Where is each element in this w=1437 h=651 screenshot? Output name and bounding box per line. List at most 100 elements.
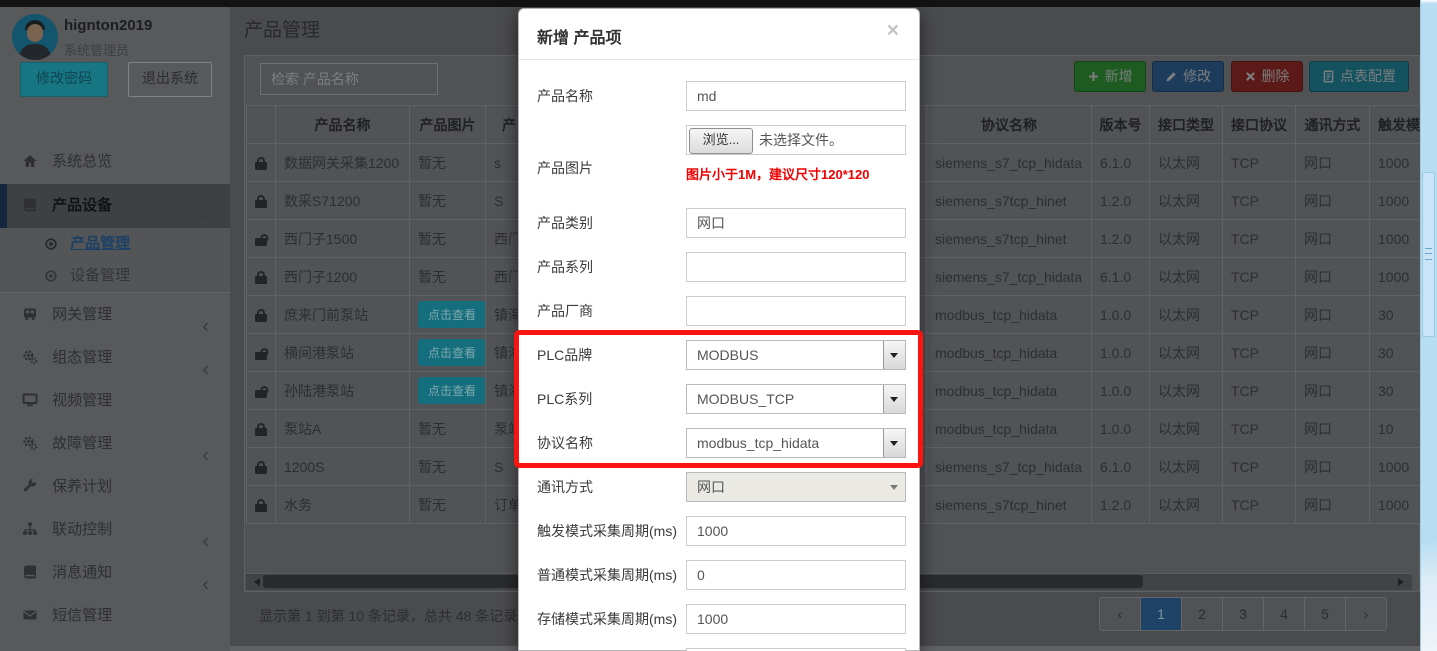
dropdown-arrow-icon — [884, 473, 905, 501]
vertical-scrollbar[interactable] — [1420, 0, 1437, 651]
field-label: 存储模式采集周期(ms) — [537, 604, 685, 634]
book-icon — [22, 554, 38, 597]
sidebar-item-product-management[interactable]: 产品管理 — [0, 228, 230, 260]
edit-button[interactable]: 修改 — [1152, 61, 1224, 92]
browse-button[interactable]: 浏览... — [689, 128, 753, 154]
field-label: PLC品牌 — [537, 340, 685, 370]
wrench-icon — [22, 468, 38, 511]
trigger-period-input[interactable] — [686, 516, 906, 546]
pagination-prev[interactable]: ‹ — [1099, 597, 1141, 631]
scroll-right-arrow[interactable] — [1398, 578, 1408, 586]
lock-icon — [255, 428, 267, 436]
column-header-interface-type: 接口类型 — [1150, 106, 1223, 144]
app-window: hignton2019 系统管理员 修改密码 退出系统 系统总览 产品设备 产品… — [0, 0, 1437, 651]
unlock-icon — [255, 352, 267, 360]
plc-series-select[interactable]: MODBUS_TCP — [686, 384, 906, 414]
product-vendor-input[interactable] — [686, 296, 906, 326]
pagination-page-5[interactable]: 5 — [1305, 597, 1346, 631]
protocol-name-select[interactable]: modbus_tcp_hidata — [686, 428, 906, 458]
lock-icon — [255, 466, 267, 474]
change-password-button[interactable]: 修改密码 — [20, 62, 108, 97]
sidebar-item-message-notification[interactable]: 消息通知 — [0, 551, 230, 594]
gears-icon — [22, 339, 38, 382]
gears-icon — [22, 425, 38, 468]
column-header-image: 产品图片 — [410, 106, 486, 144]
view-image-button[interactable]: 点击查看 — [418, 301, 486, 328]
sidebar-item-product-device[interactable]: 产品设备 — [0, 184, 230, 228]
unlock-icon — [255, 238, 267, 246]
point-table-config-button[interactable]: 点表配置 — [1309, 61, 1409, 92]
sidebar-item-gateway-management[interactable]: 网关管理 — [0, 293, 230, 336]
column-header-comm-mode: 通讯方式 — [1296, 106, 1370, 144]
pagination-page-4[interactable]: 4 — [1264, 597, 1305, 631]
view-image-button[interactable]: 点击查看 — [418, 377, 486, 404]
user-role: 系统管理员 — [64, 40, 129, 59]
product-series-input[interactable] — [686, 252, 906, 282]
normal-period-input[interactable] — [686, 560, 906, 590]
field-label: 产品名称 — [537, 81, 685, 111]
pagination-page-3[interactable]: 3 — [1223, 597, 1264, 631]
records-summary: 显示第 1 到第 10 条记录，总共 48 条记录 — [259, 606, 517, 626]
window-top-edge — [0, 0, 1421, 7]
pagination-next[interactable]: › — [1346, 597, 1387, 631]
view-image-button[interactable]: 点击查看 — [418, 339, 486, 366]
storage-period-input[interactable] — [686, 604, 906, 634]
username: hignton2019 — [64, 17, 152, 34]
sidebar-item-fault-management[interactable]: 故障管理 — [0, 422, 230, 465]
delete-button[interactable]: 删除 — [1231, 61, 1303, 92]
sidebar-item-system-overview[interactable]: 系统总览 — [0, 140, 230, 184]
x-icon — [1244, 64, 1257, 93]
vertical-scrollbar-thumb[interactable] — [1422, 172, 1435, 337]
dropdown-arrow-icon[interactable] — [883, 385, 905, 413]
pagination-page-1[interactable]: 1 — [1141, 597, 1182, 631]
image-placeholder: 暂无 — [418, 193, 446, 209]
scrollbar-grip-icon — [1425, 248, 1432, 260]
product-name-input[interactable] — [686, 81, 906, 111]
column-header-name: 产品名称 — [276, 106, 410, 144]
image-placeholder: 暂无 — [418, 231, 446, 247]
unlock-icon — [255, 390, 267, 398]
dot-circle-icon — [44, 263, 58, 295]
bus-icon — [22, 296, 38, 339]
dropdown-arrow-icon[interactable] — [883, 341, 905, 369]
logout-button[interactable]: 退出系统 — [128, 62, 212, 97]
pagination-page-2[interactable]: 2 — [1182, 597, 1223, 631]
column-header-interface-protocol: 接口协议 — [1223, 106, 1296, 144]
sidebar-item-sms-management[interactable]: 短信管理 — [0, 594, 230, 637]
sitemap-icon — [22, 511, 38, 554]
close-icon[interactable]: × — [881, 19, 905, 42]
image-placeholder: 暂无 — [418, 155, 446, 171]
book-icon — [22, 187, 38, 231]
sidebar-item-configuration-management[interactable]: 组态管理 — [0, 336, 230, 379]
search-input[interactable] — [260, 63, 438, 95]
lock-icon — [255, 276, 267, 284]
lock-icon — [255, 504, 267, 512]
column-header-trigger: 触发模 — [1370, 106, 1421, 144]
sidebar-submenu: 产品管理 设备管理 — [0, 228, 230, 293]
add-button[interactable]: 新增 — [1074, 61, 1146, 92]
image-placeholder: 暂无 — [418, 421, 446, 437]
sidebar-item-maintenance-plan[interactable]: 保养计划 — [0, 465, 230, 508]
sidebar-item-device-management[interactable]: 设备管理 — [0, 260, 230, 292]
scroll-left-arrow[interactable] — [250, 578, 260, 586]
add-product-modal: 新增 产品项 × 产品名称 产品图片 浏览... 未选择文件。 图片小于1M，建… — [518, 8, 920, 651]
field-label: 产品图片 — [537, 153, 685, 183]
lock-icon — [255, 200, 267, 208]
sidebar: hignton2019 系统管理员 修改密码 退出系统 系统总览 产品设备 产品… — [0, 7, 230, 651]
plc-brand-select[interactable]: MODBUS — [686, 340, 906, 370]
lock-icon — [255, 314, 267, 322]
field-label: 协议名称 — [537, 428, 685, 458]
modal-title: 新增 产品项 — [537, 24, 621, 48]
avatar — [12, 14, 58, 60]
sidebar-item-linkage-control[interactable]: 联动控制 — [0, 508, 230, 551]
product-category-input[interactable] — [686, 208, 906, 238]
dot-circle-icon — [44, 231, 58, 263]
comm-mode-select-disabled: 网口 — [686, 472, 906, 502]
dropdown-arrow-icon[interactable] — [883, 429, 905, 457]
document-icon — [1322, 64, 1335, 93]
lock-icon — [255, 162, 267, 170]
no-file-text: 未选择文件。 — [759, 126, 843, 154]
sidebar-item-video-management[interactable]: 视频管理 — [0, 379, 230, 422]
pagination: ‹ 1 2 3 4 5 › — [1099, 597, 1387, 631]
file-input[interactable]: 浏览... 未选择文件。 — [686, 125, 906, 155]
